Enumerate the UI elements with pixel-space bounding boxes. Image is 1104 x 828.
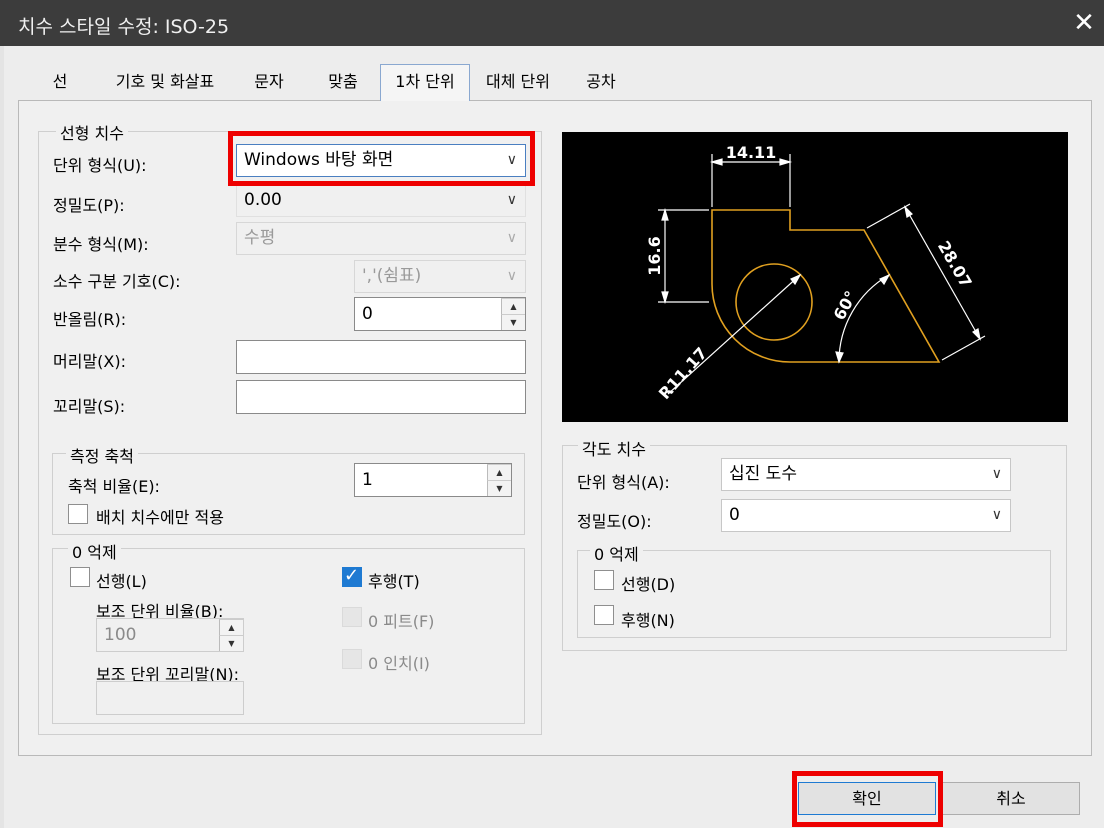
tab-fit[interactable]: 맞춤 [318, 68, 368, 100]
leading-checkbox[interactable] [70, 567, 90, 587]
decimal-separator-value: ','(쉼표) [362, 266, 422, 286]
sub-units-factor-spinner[interactable]: 100 ▲ ▼ [96, 618, 244, 652]
dim-right-text: 28.07 [934, 238, 976, 291]
zero-feet-checkbox[interactable] [342, 607, 362, 627]
round-off-label: 반올림(R): [53, 310, 127, 329]
leading-label: 선행(L) [96, 572, 147, 591]
decimal-separator-dropdown[interactable]: ','(쉼표) ∨ [354, 260, 526, 293]
angular-zero-suppression-title: 0 억제 [590, 541, 643, 565]
unit-format-label: 단위 형식(U): [53, 156, 147, 175]
cancel-button[interactable]: 취소 [942, 782, 1080, 815]
chevron-down-icon: ∨ [991, 507, 1002, 523]
angular-precision-label: 정밀도(O): [577, 512, 652, 531]
round-off-value: 0 [362, 304, 373, 324]
dimension-preview: 14.11 16.6 28.07 60° R11.17 [562, 132, 1068, 422]
prefix-input[interactable] [236, 340, 526, 374]
angular-dimensions-title: 각도 치수 [578, 436, 650, 460]
spin-down-icon[interactable]: ▼ [219, 635, 243, 651]
chevron-down-icon: ∨ [506, 268, 517, 284]
linear-dimensions-title: 선형 치수 [56, 120, 128, 144]
fraction-format-dropdown[interactable]: 수평 ∨ [236, 222, 526, 255]
angular-unit-format-value: 십진 도수 [729, 464, 797, 484]
tab-lines[interactable]: 선 [44, 68, 76, 100]
round-off-spinner[interactable]: 0 ▲ ▼ [354, 297, 526, 331]
zero-inches-label: 0 인치(I) [368, 654, 430, 673]
scale-factor-spinner[interactable]: 1 ▲ ▼ [354, 463, 512, 497]
zero-feet-label: 0 피트(F) [368, 612, 435, 631]
trailing-label: 후행(T) [368, 572, 420, 591]
preview-drawing: 14.11 16.6 28.07 60° R11.17 [645, 143, 986, 403]
angular-unit-format-label: 단위 형식(A): [577, 473, 670, 492]
zero-suppression-title: 0 억제 [68, 539, 121, 563]
angular-unit-format-dropdown[interactable]: 십진 도수 ∨ [721, 458, 1011, 491]
tab-alternate-units[interactable]: 대체 단위 [474, 68, 562, 100]
precision-value: 0.00 [244, 190, 282, 210]
chevron-down-icon: ∨ [506, 230, 517, 246]
fraction-format-value: 수평 [244, 228, 276, 248]
tab-text[interactable]: 문자 [244, 68, 294, 100]
spin-down-icon[interactable]: ▼ [501, 314, 525, 330]
sub-units-factor-value: 100 [104, 625, 137, 645]
zero-inches-checkbox[interactable] [342, 649, 362, 669]
precision-label: 정밀도(P): [53, 196, 125, 215]
ok-button[interactable]: 확인 [798, 782, 936, 815]
scale-factor-value: 1 [362, 470, 373, 490]
window-title: 치수 스타일 수정: ISO-25 [18, 16, 230, 38]
suffix-input[interactable] [236, 380, 526, 414]
chevron-down-icon: ∨ [506, 152, 517, 168]
tab-primary-units[interactable]: 1차 단위 [380, 64, 470, 101]
prefix-label: 머리말(X): [53, 352, 126, 371]
sub-units-suffix-input[interactable] [96, 681, 244, 715]
dim-top-text: 14.11 [726, 143, 777, 162]
dim-left-graphics [658, 207, 709, 305]
dim-radius-text: R11.17 [655, 344, 711, 403]
angular-trailing-checkbox[interactable] [594, 605, 614, 625]
angular-leading-checkbox[interactable] [594, 570, 614, 590]
unit-format-dropdown[interactable]: Windows 바탕 화면 ∨ [236, 144, 526, 177]
part-hole [735, 263, 813, 341]
angular-precision-value: 0 [729, 505, 740, 525]
chevron-down-icon: ∨ [991, 466, 1002, 482]
measurement-scale-title: 측정 축척 [66, 443, 138, 467]
check-icon: ✓ [344, 565, 360, 586]
angular-trailing-label: 후행(N) [621, 611, 675, 630]
close-button[interactable]: ✕ [1064, 4, 1104, 42]
angular-precision-dropdown[interactable]: 0 ∨ [721, 499, 1011, 532]
tab-tolerances[interactable]: 공차 [576, 68, 626, 100]
fraction-format-label: 분수 형식(M): [53, 235, 149, 254]
decimal-separator-label: 소수 구분 기호(C): [53, 272, 181, 291]
chevron-down-icon: ∨ [506, 192, 517, 208]
dim-left-text: 16.6 [645, 236, 664, 275]
layout-only-checkbox[interactable] [68, 504, 88, 524]
precision-dropdown[interactable]: 0.00 ∨ [236, 184, 526, 217]
unit-format-value: Windows 바탕 화면 [244, 150, 394, 170]
trailing-checkbox[interactable]: ✓ [342, 565, 362, 587]
part-outline [711, 209, 941, 363]
spin-down-icon[interactable]: ▼ [487, 480, 511, 496]
suffix-label: 꼬리말(S): [53, 397, 126, 416]
scale-factor-label: 축척 비율(E): [68, 477, 160, 496]
layout-only-label: 배치 치수에만 적용 [96, 508, 224, 527]
tab-symbols-arrows[interactable]: 기호 및 화살표 [104, 68, 226, 100]
angular-leading-label: 선행(D) [621, 575, 676, 594]
